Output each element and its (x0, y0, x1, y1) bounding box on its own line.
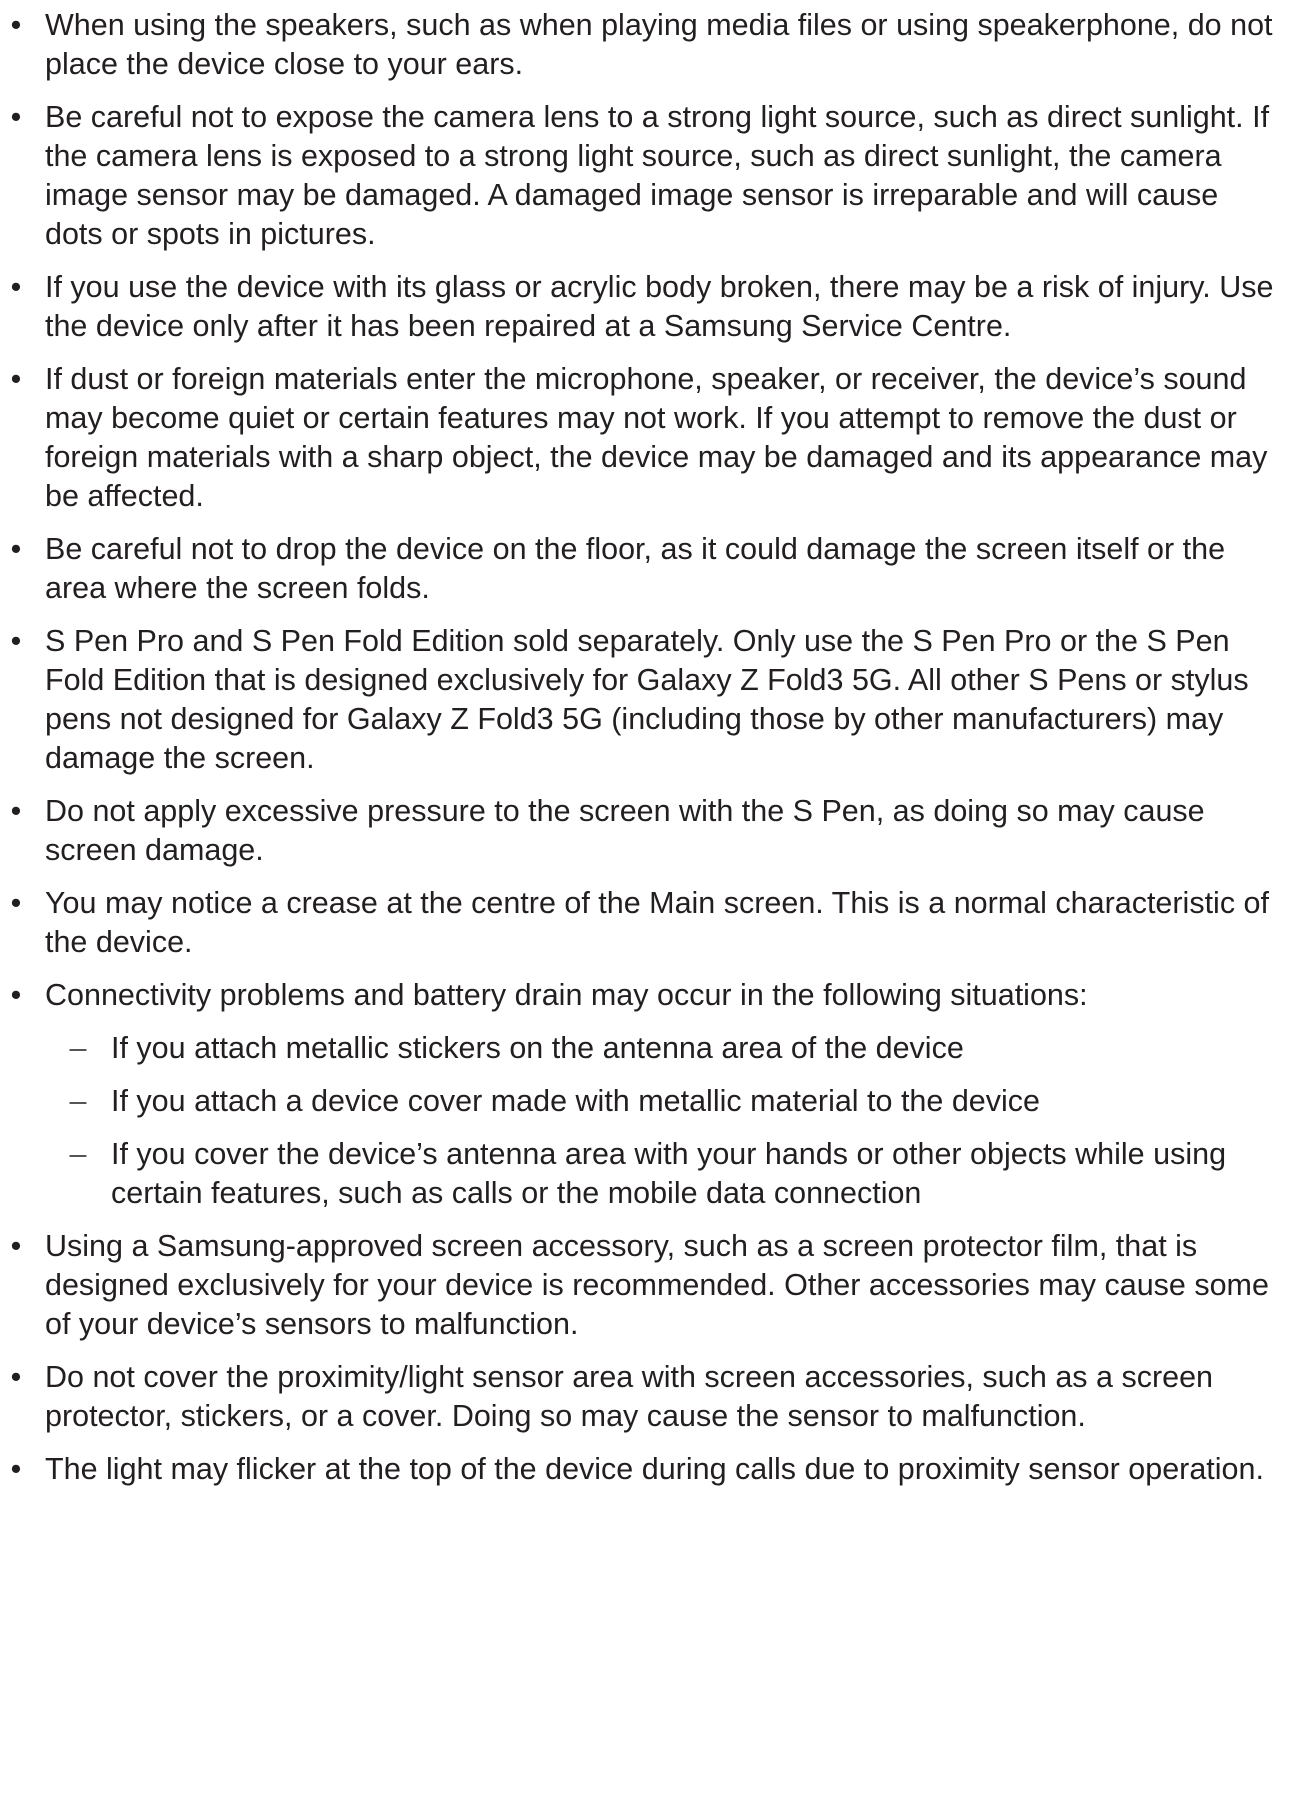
list-item-text: Be careful not to drop the device on the… (45, 532, 1226, 605)
safety-bullet-list: • When using the speakers, such as when p… (0, 6, 1289, 1489)
list-item: • If dust or foreign materials enter the … (0, 360, 1289, 516)
list-item-text: If dust or foreign materials enter the m… (45, 362, 1268, 513)
sub-list-item: – If you attach metallic stickers on the … (45, 1029, 1277, 1068)
sub-list-item-text: If you cover the device’s antenna area w… (111, 1137, 1227, 1210)
list-item: • When using the speakers, such as when p… (0, 6, 1289, 84)
list-item-text: Do not cover the proximity/light sensor … (45, 1360, 1213, 1433)
bullet-icon: • (10, 1452, 22, 1486)
sub-list-item-text: If you attach metallic stickers on the a… (111, 1031, 964, 1065)
sub-list-item: – If you attach a device cover made with … (45, 1082, 1277, 1121)
list-item: • Do not apply excessive pressure to the … (0, 792, 1289, 870)
bullet-icon: • (10, 8, 22, 42)
document-page: • When using the speakers, such as when p… (0, 0, 1289, 1503)
list-item-text: Do not apply excessive pressure to the s… (45, 794, 1205, 867)
list-item-text: If you use the device with its glass or … (45, 270, 1274, 343)
list-item-text: Connectivity problems and battery drain … (45, 978, 1088, 1012)
dash-icon: – (69, 1031, 87, 1065)
list-item: • Using a Samsung-approved screen accesso… (0, 1227, 1289, 1344)
bullet-icon: • (10, 794, 22, 828)
list-item: • Be careful not to drop the device on th… (0, 530, 1289, 608)
list-item: • If you use the device with its glass or… (0, 268, 1289, 346)
bullet-icon: • (10, 624, 22, 658)
bullet-icon: • (10, 978, 22, 1012)
list-item-text: S Pen Pro and S Pen Fold Edition sold se… (45, 624, 1249, 775)
list-item-text: You may notice a crease at the centre of… (45, 886, 1269, 959)
list-item-text: Be careful not to expose the camera lens… (45, 100, 1270, 251)
bullet-icon: • (10, 270, 22, 304)
dash-icon: – (69, 1137, 87, 1171)
sub-bullet-list: – If you attach metallic stickers on the … (45, 1029, 1277, 1213)
bullet-icon: • (10, 532, 22, 566)
bullet-icon: • (10, 100, 22, 134)
list-item: • You may notice a crease at the centre o… (0, 884, 1289, 962)
list-item: • The light may flicker at the top of the… (0, 1450, 1289, 1489)
list-item-text: When using the speakers, such as when pl… (45, 8, 1273, 81)
sub-list-item-text: If you attach a device cover made with m… (111, 1084, 1040, 1118)
list-item: • S Pen Pro and S Pen Fold Edition sold s… (0, 622, 1289, 778)
list-item: • Connectivity problems and battery drain… (0, 976, 1289, 1213)
bullet-icon: • (10, 1360, 22, 1394)
dash-icon: – (69, 1084, 87, 1118)
list-item: • Do not cover the proximity/light sensor… (0, 1358, 1289, 1436)
sub-list-item: – If you cover the device’s antenna area … (45, 1135, 1277, 1213)
bullet-icon: • (10, 362, 22, 396)
list-item-text: The light may flicker at the top of the … (45, 1452, 1264, 1486)
list-item-text: Using a Samsung-approved screen accessor… (45, 1229, 1269, 1341)
bullet-icon: • (10, 1229, 22, 1263)
bullet-icon: • (10, 886, 22, 920)
list-item: • Be careful not to expose the camera len… (0, 98, 1289, 254)
